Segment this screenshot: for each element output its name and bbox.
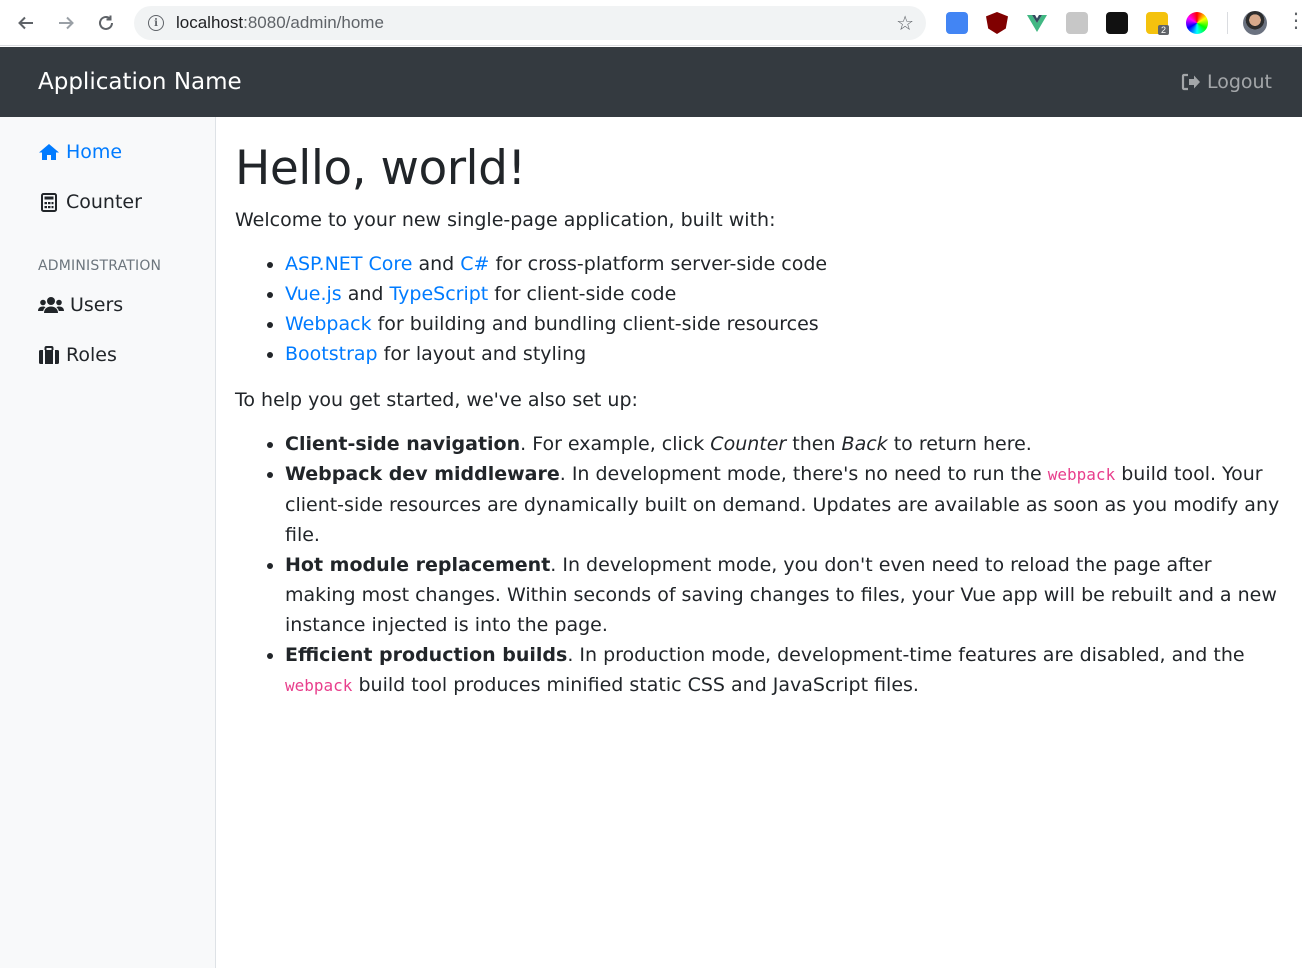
inline-code: webpack: [285, 675, 353, 695]
page-title: Hello, world!: [235, 141, 526, 196]
home-icon: [38, 142, 60, 162]
tampermonkey-extension-icon[interactable]: [1106, 12, 1128, 34]
list-item: Bootstrap for layout and styling: [285, 339, 1285, 369]
sidebar-item-roles[interactable]: Roles: [38, 344, 117, 366]
logout-link[interactable]: Logout: [1181, 71, 1272, 93]
info-icon[interactable]: i: [148, 15, 164, 31]
extension-badge: 2: [1158, 25, 1170, 35]
sidebar-section-heading: ADMINISTRATION: [38, 258, 162, 274]
users-icon: [38, 295, 64, 315]
sidebar-item-counter[interactable]: Counter: [38, 191, 142, 213]
sidebar-item-label: Users: [70, 294, 124, 316]
vue-devtools-extension-icon[interactable]: [1026, 12, 1048, 34]
aspnet-core-link[interactable]: ASP.NET Core: [285, 253, 412, 275]
sidebar-item-users[interactable]: Users: [38, 294, 123, 316]
built-with-list: ASP.NET Core and C# for cross-platform s…: [285, 249, 1285, 369]
vuejs-link[interactable]: Vue.js: [285, 283, 342, 305]
bootstrap-link[interactable]: Bootstrap: [285, 343, 378, 365]
sidebar-item-home[interactable]: Home: [38, 141, 122, 163]
list-item: Client-side navigation. For example, cli…: [285, 429, 1285, 459]
url-text[interactable]: localhost:8080/admin/home: [176, 13, 384, 33]
sidebar-item-label: Counter: [66, 191, 142, 213]
app-brand[interactable]: Application Name: [38, 69, 242, 95]
reload-icon: [99, 15, 113, 30]
profile-extension-icon[interactable]: [1066, 12, 1088, 34]
sidebar-item-label: Home: [66, 141, 123, 163]
sign-out-icon: [1181, 73, 1200, 91]
setup-intro-text: To help you get started, we've also set …: [235, 388, 638, 411]
ublock-extension-icon[interactable]: [986, 12, 1008, 34]
typescript-link[interactable]: TypeScript: [390, 283, 489, 305]
arrow-left-icon: [18, 16, 33, 30]
webpack-link[interactable]: Webpack: [285, 313, 372, 335]
inline-code: webpack: [1047, 464, 1116, 484]
intro-text: Welcome to your new single-page applicat…: [235, 208, 776, 231]
list-item: Webpack for building and bundling client…: [285, 309, 1285, 339]
arrow-right-icon: [59, 16, 74, 30]
calculator-icon: [38, 192, 60, 212]
main-content: Hello, world! Welcome to your new single…: [235, 117, 1285, 701]
list-item: Efficient production builds. In producti…: [285, 640, 1285, 701]
sidebar: Home Counter ADMINISTRATION Users Roles: [0, 117, 216, 968]
reload-button[interactable]: [86, 0, 126, 46]
list-item: Webpack dev middleware. In development m…: [285, 459, 1285, 550]
color-picker-extension-icon[interactable]: [1186, 12, 1208, 34]
bookmark-star-icon[interactable]: ☆: [896, 11, 914, 35]
forward-button[interactable]: [46, 0, 86, 46]
toolbar-divider: [1227, 12, 1228, 34]
list-item: Vue.js and TypeScript for client-side co…: [285, 279, 1285, 309]
briefcase-icon: [38, 345, 60, 365]
list-item: Hot module replacement. In development m…: [285, 550, 1285, 640]
profile-avatar[interactable]: [1243, 11, 1267, 35]
sidebar-item-label: Roles: [66, 344, 117, 366]
setup-list: Client-side navigation. For example, cli…: [285, 429, 1285, 701]
back-button[interactable]: [6, 0, 46, 46]
csharp-link[interactable]: C#: [460, 253, 489, 275]
list-item: ASP.NET Core and C# for cross-platform s…: [285, 249, 1285, 279]
browser-toolbar: i localhost:8080/admin/home ☆ 2 ⋮: [0, 0, 1302, 46]
app-navbar: Application Name Logout: [0, 47, 1302, 117]
address-bar[interactable]: i localhost:8080/admin/home ☆: [134, 6, 926, 40]
logout-label: Logout: [1206, 71, 1272, 93]
translate-extension-icon[interactable]: [946, 12, 968, 34]
browser-menu-icon[interactable]: ⋮: [1286, 10, 1302, 30]
